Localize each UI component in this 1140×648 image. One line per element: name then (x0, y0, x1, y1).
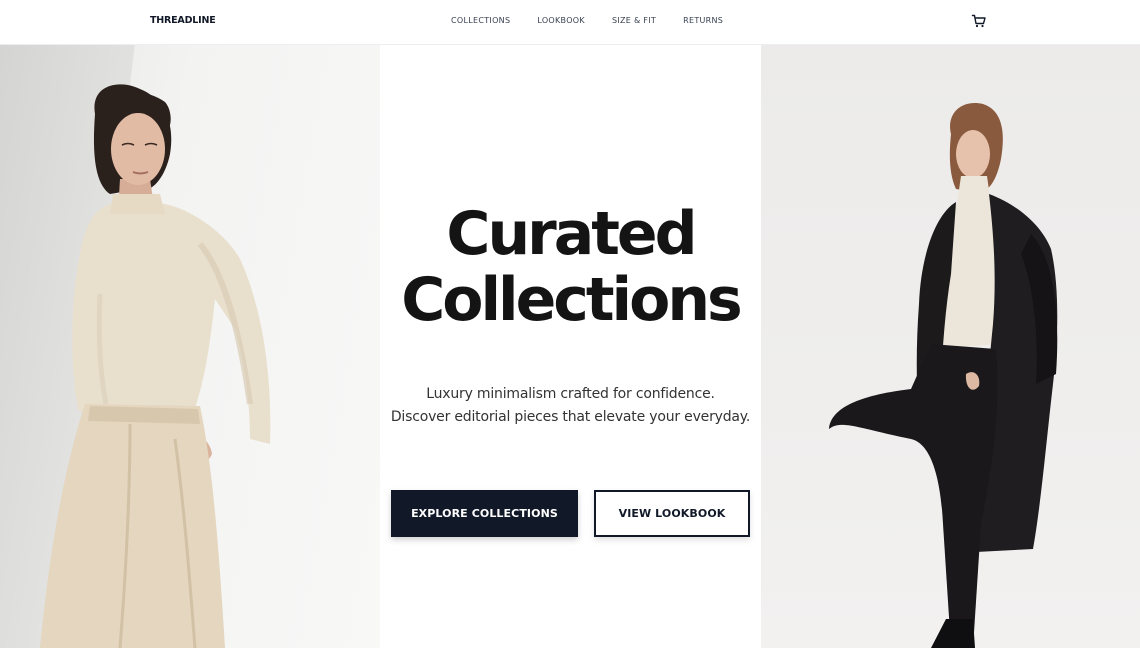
cart-icon[interactable] (971, 13, 987, 29)
hero-title-line-1: Curated (446, 199, 697, 269)
hero-center: Curated Collections Luxury minimalism cr… (380, 44, 761, 648)
nav-link-lookbook[interactable]: LOOKBOOK (537, 16, 585, 25)
site-header: THREADLINE COLLECTIONS LOOKBOOK SIZE & F… (0, 0, 1140, 45)
model-cream-outfit (40, 84, 271, 648)
brand-logo[interactable]: THREADLINE (150, 15, 216, 26)
hero-subtitle-line-2: Discover editorial pieces that elevate y… (390, 409, 751, 425)
hero-subtitle-line-1: Luxury minimalism crafted for confidence… (426, 386, 715, 402)
hero-image-left (0, 44, 380, 648)
hero-image-right (761, 44, 1140, 648)
model-dark-coat (829, 103, 1058, 648)
main-nav: COLLECTIONS LOOKBOOK SIZE & FIT RETURNS (451, 16, 750, 25)
nav-link-collections[interactable]: COLLECTIONS (451, 16, 510, 25)
explore-collections-button[interactable]: EXPLORE COLLECTIONS (391, 490, 578, 537)
nav-link-size-fit[interactable]: SIZE & FIT (612, 16, 656, 25)
view-lookbook-button[interactable]: VIEW LOOKBOOK (594, 490, 750, 537)
hero-title-line-2: Collections (401, 265, 743, 335)
nav-link-returns[interactable]: RETURNS (683, 16, 723, 25)
